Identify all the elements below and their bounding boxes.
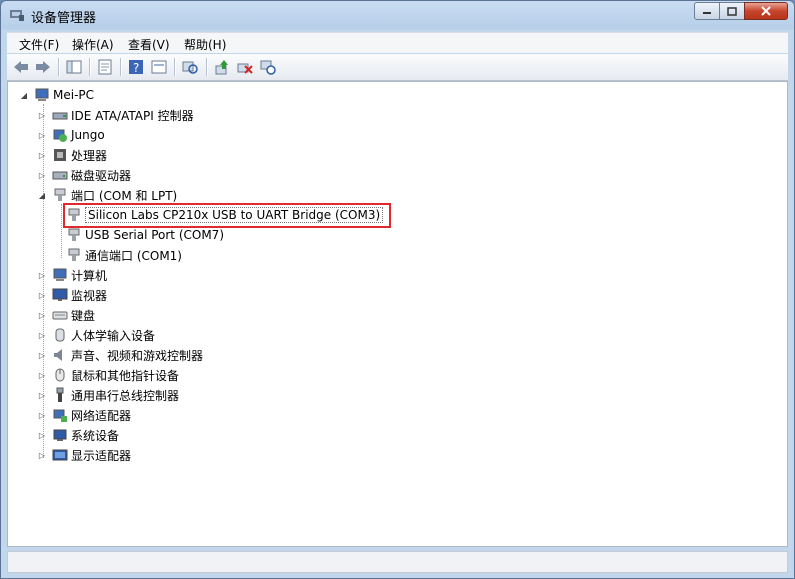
collapse-arrow-icon[interactable]: ◢	[20, 91, 28, 100]
tree-category-label: 声音、视频和游戏控制器	[71, 348, 204, 363]
tree-category-network[interactable]: ▷ 网络适配器	[38, 406, 131, 424]
tree-root-label: Mei-PC	[53, 88, 95, 102]
tree-category-label: 磁盘驱动器	[71, 168, 132, 183]
properties-icon[interactable]	[96, 58, 114, 76]
help-icon[interactable]: ?	[127, 58, 145, 76]
tree-category-label: 键盘	[71, 308, 96, 323]
network-adapter-icon	[52, 407, 68, 423]
expand-arrow-icon[interactable]: ▷	[38, 431, 46, 440]
tree-category-label: 系统设备	[71, 428, 120, 443]
expand-arrow-icon[interactable]: ▷	[38, 171, 46, 180]
processor-icon	[52, 147, 68, 163]
tree-port-usb-serial[interactable]: USB Serial Port (COM7)	[66, 226, 224, 244]
status-bar	[7, 551, 788, 573]
collapse-arrow-icon[interactable]: ◢	[38, 191, 46, 200]
tree-category-usb[interactable]: ▷ 通用串行总线控制器	[38, 386, 179, 404]
show-device-icon[interactable]	[181, 58, 199, 76]
mouse-icon	[52, 367, 68, 383]
computer-icon	[34, 87, 50, 103]
device-manager-window: 设备管理器 文件(F) 操作(A) 查看(V) 帮助(H) ? ◢ Mei-PC…	[0, 0, 795, 579]
tree-category-disk[interactable]: ▷ 磁盘驱动器	[38, 166, 131, 184]
device-manager-icon	[9, 6, 25, 22]
menu-help[interactable]: 帮助(H)	[184, 36, 226, 53]
tree-port-label: 通信端口 (COM1)	[85, 248, 182, 263]
expand-arrow-icon[interactable]: ▷	[38, 111, 46, 120]
disk-drive-icon	[52, 167, 68, 183]
keyboard-icon	[52, 307, 68, 323]
tree-category-label: Jungo	[71, 128, 105, 142]
expand-arrow-icon[interactable]: ▷	[38, 151, 46, 160]
monitor-icon	[52, 287, 68, 303]
tree-category-label: 鼠标和其他指针设备	[71, 368, 180, 383]
title-bar[interactable]: 设备管理器	[1, 1, 794, 29]
hid-icon	[52, 327, 68, 343]
jungo-icon	[52, 127, 68, 143]
port-icon	[52, 187, 68, 203]
tree-category-label: 监视器	[71, 288, 108, 303]
close-button[interactable]	[744, 2, 788, 20]
back-icon[interactable]	[12, 58, 30, 76]
uninstall-icon[interactable]	[236, 58, 254, 76]
system-device-icon	[52, 427, 68, 443]
console-tree-icon[interactable]	[65, 58, 83, 76]
tree-category-ports[interactable]: ◢ 端口 (COM 和 LPT)	[38, 186, 177, 204]
scan-hardware-icon[interactable]	[259, 58, 277, 76]
usb-icon	[52, 387, 68, 403]
menu-view[interactable]: 查看(V)	[128, 36, 170, 53]
svg-text:?: ?	[133, 61, 139, 75]
tree-root[interactable]: ◢ Mei-PC	[20, 86, 94, 104]
computer-icon	[52, 267, 68, 283]
tree-category-label: IDE ATA/ATAPI 控制器	[71, 108, 194, 123]
toolbar: ?	[7, 54, 788, 81]
expand-arrow-icon[interactable]: ▷	[38, 351, 46, 360]
tree-category-hid[interactable]: ▷ 人体学输入设备	[38, 326, 155, 344]
tree-category-sound[interactable]: ▷ 声音、视频和游戏控制器	[38, 346, 203, 364]
port-icon	[66, 227, 82, 243]
ide-controller-icon	[52, 107, 68, 123]
tree-category-label: 网络适配器	[71, 408, 132, 423]
tree-category-computer[interactable]: ▷ 计算机	[38, 266, 107, 284]
speaker-icon	[52, 347, 68, 363]
tree-category-label: 通用串行总线控制器	[71, 388, 180, 403]
menu-file[interactable]: 文件(F)	[19, 36, 59, 53]
device-tree[interactable]: ◢ Mei-PC ▷ IDE ATA/ATAPI 控制器 ▷ Jungo ▷ 处…	[7, 81, 788, 547]
highlight-box	[63, 203, 391, 228]
expand-arrow-icon[interactable]: ▷	[38, 331, 46, 340]
tree-category-display[interactable]: ▷ 显示适配器	[38, 446, 131, 464]
tree-category-label: 处理器	[71, 148, 108, 163]
tree-port-com1[interactable]: 通信端口 (COM1)	[66, 246, 182, 264]
expand-arrow-icon[interactable]: ▷	[38, 271, 46, 280]
tree-category-monitor[interactable]: ▷ 监视器	[38, 286, 107, 304]
tree-category-label: 显示适配器	[71, 448, 132, 463]
expand-arrow-icon[interactable]: ▷	[38, 371, 46, 380]
expand-arrow-icon[interactable]: ▷	[38, 291, 46, 300]
expand-arrow-icon[interactable]: ▷	[38, 451, 46, 460]
expand-arrow-icon[interactable]: ▷	[38, 411, 46, 420]
tree-category-label: 端口 (COM 和 LPT)	[71, 188, 178, 203]
port-icon	[66, 247, 82, 263]
menu-action[interactable]: 操作(A)	[72, 36, 114, 53]
tree-category-jungo[interactable]: ▷ Jungo	[38, 126, 105, 144]
tree-category-ide[interactable]: ▷ IDE ATA/ATAPI 控制器	[38, 106, 194, 124]
update-driver-icon[interactable]	[213, 58, 231, 76]
menu-bar: 文件(F) 操作(A) 查看(V) 帮助(H)	[7, 32, 788, 53]
tree-category-system[interactable]: ▷ 系统设备	[38, 426, 119, 444]
display-adapter-icon	[52, 447, 68, 463]
maximize-button[interactable]	[719, 2, 745, 20]
forward-icon[interactable]	[34, 58, 52, 76]
minimize-button[interactable]	[694, 2, 720, 20]
view-icon[interactable]	[150, 58, 168, 76]
tree-category-label: 人体学输入设备	[71, 328, 156, 343]
tree-category-processor[interactable]: ▷ 处理器	[38, 146, 107, 164]
expand-arrow-icon[interactable]: ▷	[38, 391, 46, 400]
tree-category-mouse[interactable]: ▷ 鼠标和其他指针设备	[38, 366, 179, 384]
expand-arrow-icon[interactable]: ▷	[38, 131, 46, 140]
tree-category-keyboard[interactable]: ▷ 键盘	[38, 306, 95, 324]
window-title: 设备管理器	[31, 11, 97, 26]
tree-port-label: USB Serial Port (COM7)	[85, 228, 224, 242]
expand-arrow-icon[interactable]: ▷	[38, 311, 46, 320]
tree-category-label: 计算机	[71, 268, 108, 283]
